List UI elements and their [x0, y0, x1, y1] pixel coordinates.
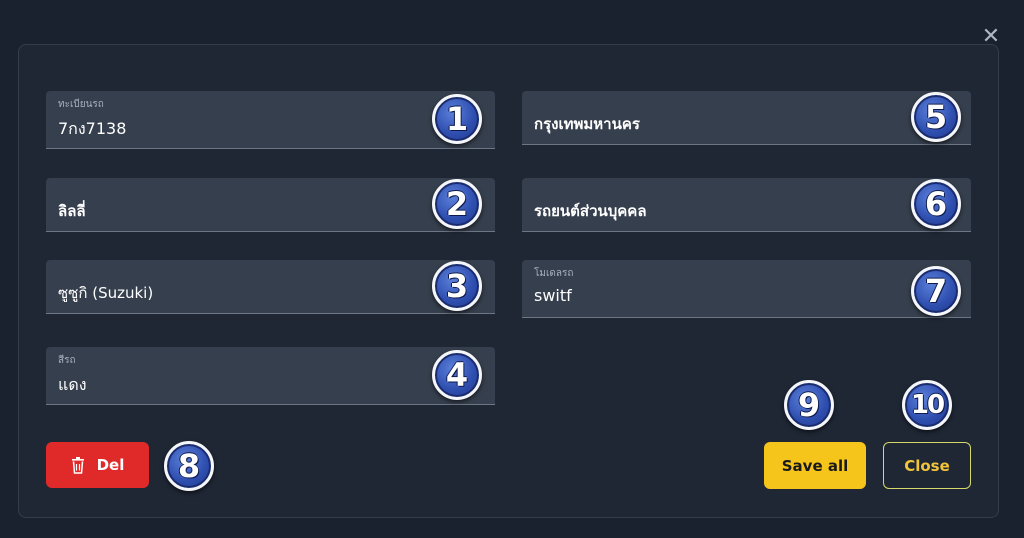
- delete-button[interactable]: Del: [46, 442, 149, 488]
- annotation-badge-2: 2: [432, 179, 482, 229]
- model-value: switf: [534, 286, 572, 305]
- model-label: โมเดลรถ: [534, 268, 574, 279]
- color-field[interactable]: สีรถ แดง: [46, 347, 495, 405]
- annotation-badge-8: 8: [164, 441, 214, 491]
- delete-label: Del: [96, 456, 125, 474]
- annotation-badge-9: 9: [784, 380, 834, 430]
- annotation-badge-5: 5: [911, 92, 961, 142]
- close-button[interactable]: Close: [883, 442, 971, 489]
- province-value: กรุงเทพมหานคร: [534, 115, 640, 133]
- annotation-badge-7: 7: [911, 266, 961, 316]
- license-plate-field[interactable]: ทะเบียนรถ 7กง7138: [46, 91, 495, 149]
- province-select[interactable]: กรุงเทพมหานคร: [522, 91, 971, 145]
- annotation-badge-1: 1: [432, 94, 482, 144]
- close-label: Close: [904, 456, 950, 475]
- license-plate-value: 7กง7138: [58, 119, 127, 138]
- license-plate-label: ทะเบียนรถ: [58, 99, 104, 110]
- color-value: แดง: [58, 375, 87, 394]
- annotation-badge-10: 10: [902, 380, 952, 430]
- color-label: สีรถ: [58, 355, 76, 366]
- brand-value: ซูซูกิ (Suzuki): [58, 284, 154, 302]
- annotation-badge-3: 3: [432, 261, 482, 311]
- model-field[interactable]: โมเดลรถ switf: [522, 260, 971, 318]
- annotation-badge-4: 4: [432, 350, 482, 400]
- brand-select[interactable]: ซูซูกิ (Suzuki): [46, 260, 495, 314]
- save-all-button[interactable]: Save all: [764, 442, 866, 489]
- save-all-label: Save all: [781, 456, 849, 475]
- vehicle-type-select[interactable]: รถยนต์ส่วนบุคคล: [522, 178, 971, 232]
- name-field[interactable]: ลิลลี่: [46, 178, 495, 232]
- trash-icon: [71, 456, 84, 474]
- name-value: ลิลลี่: [58, 202, 86, 220]
- vehicle-type-value: รถยนต์ส่วนบุคคล: [534, 202, 647, 220]
- annotation-badge-6: 6: [911, 179, 961, 229]
